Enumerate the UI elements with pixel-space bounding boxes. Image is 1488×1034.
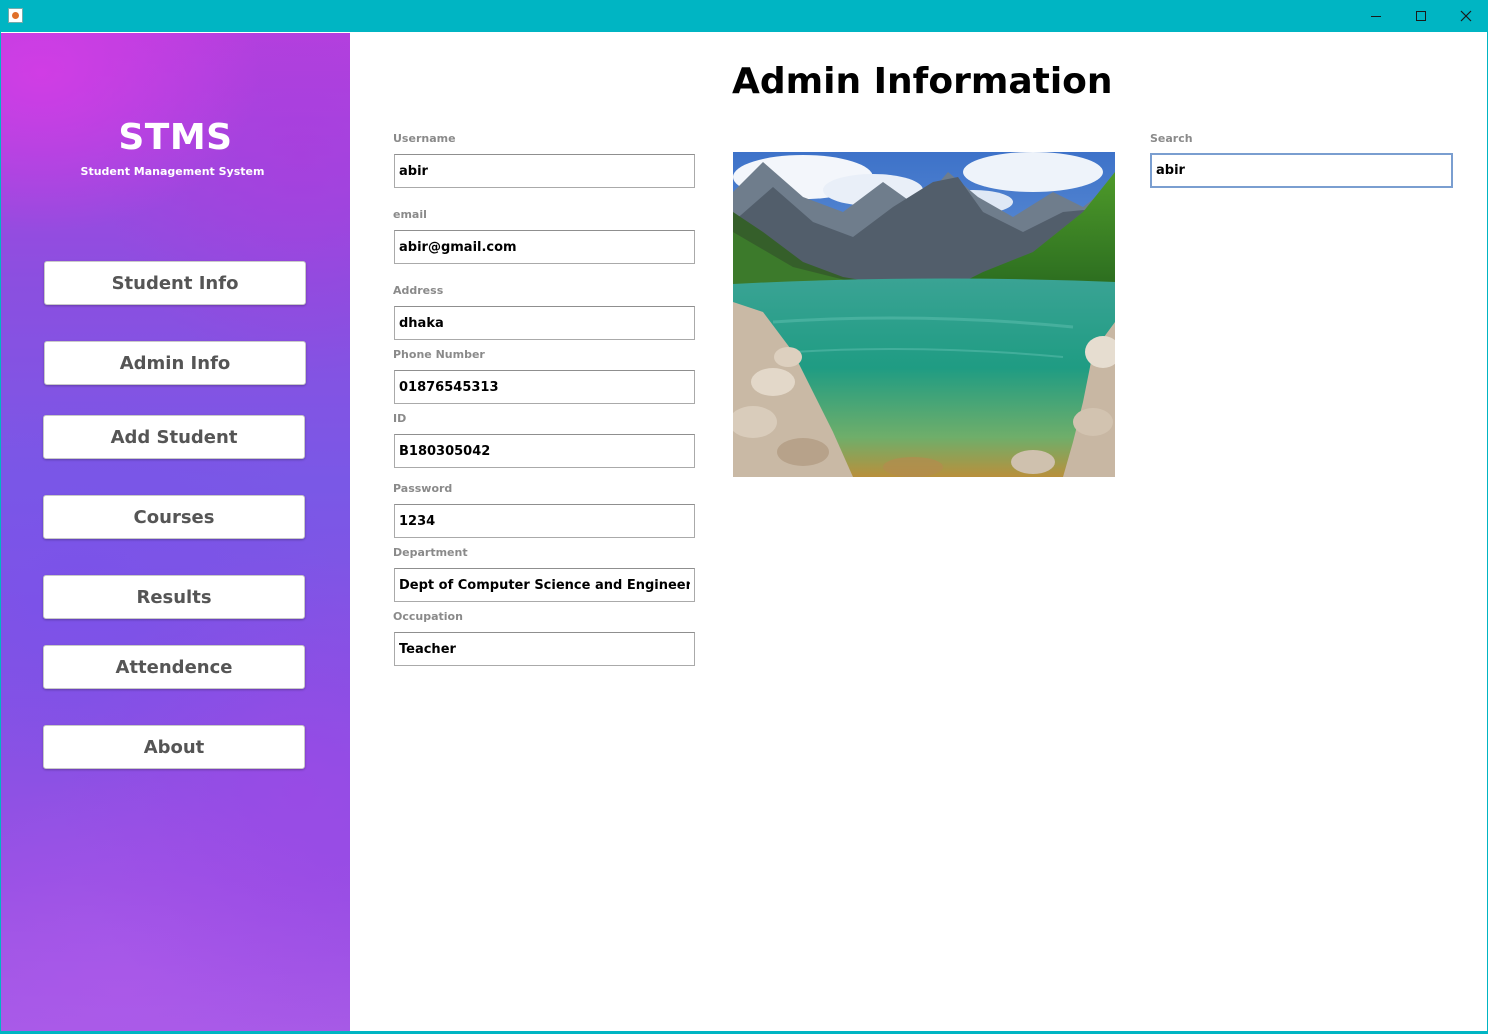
password-field[interactable]	[394, 504, 695, 538]
search-label: Search	[1150, 132, 1193, 145]
courses-button[interactable]: Courses	[43, 495, 305, 539]
minimize-icon	[1371, 16, 1381, 17]
address-field[interactable]	[394, 306, 695, 340]
phone-number-field[interactable]	[394, 370, 695, 404]
maximize-button[interactable]	[1398, 0, 1444, 32]
brand-subtitle: Student Management System	[80, 165, 265, 178]
student-info-button[interactable]: Student Info	[44, 261, 306, 305]
occupation-field[interactable]	[394, 632, 695, 666]
phone-number-label: Phone Number	[393, 348, 485, 361]
email-label: email	[393, 208, 427, 221]
password-label: Password	[393, 482, 453, 495]
about-button[interactable]: About	[43, 725, 305, 769]
search-input[interactable]	[1150, 153, 1453, 188]
id-field[interactable]	[394, 434, 695, 468]
username-label: Username	[393, 132, 456, 145]
java-cup-icon	[8, 8, 23, 23]
address-label: Address	[393, 284, 444, 297]
email-field[interactable]	[394, 230, 695, 264]
attendence-button[interactable]: Attendence	[43, 645, 305, 689]
add-student-button[interactable]: Add Student	[43, 415, 305, 459]
username-field[interactable]	[394, 154, 695, 188]
minimize-button[interactable]	[1353, 0, 1399, 32]
id-label: ID	[393, 412, 407, 425]
window-titlebar	[0, 0, 1488, 32]
close-icon	[1460, 10, 1472, 22]
page-title: Admin Information	[732, 61, 1113, 102]
mountain-lake-landscape-image	[733, 152, 1115, 477]
department-label: Department	[393, 546, 468, 559]
maximize-icon	[1416, 11, 1426, 21]
results-button[interactable]: Results	[43, 575, 305, 619]
occupation-label: Occupation	[393, 610, 463, 623]
department-field[interactable]	[394, 568, 695, 602]
brand-title: STMS	[118, 117, 233, 158]
sidebar: STMS Student Management System Student I…	[1, 33, 350, 1031]
close-button[interactable]	[1443, 0, 1488, 32]
admin-info-button[interactable]: Admin Info	[44, 341, 306, 385]
